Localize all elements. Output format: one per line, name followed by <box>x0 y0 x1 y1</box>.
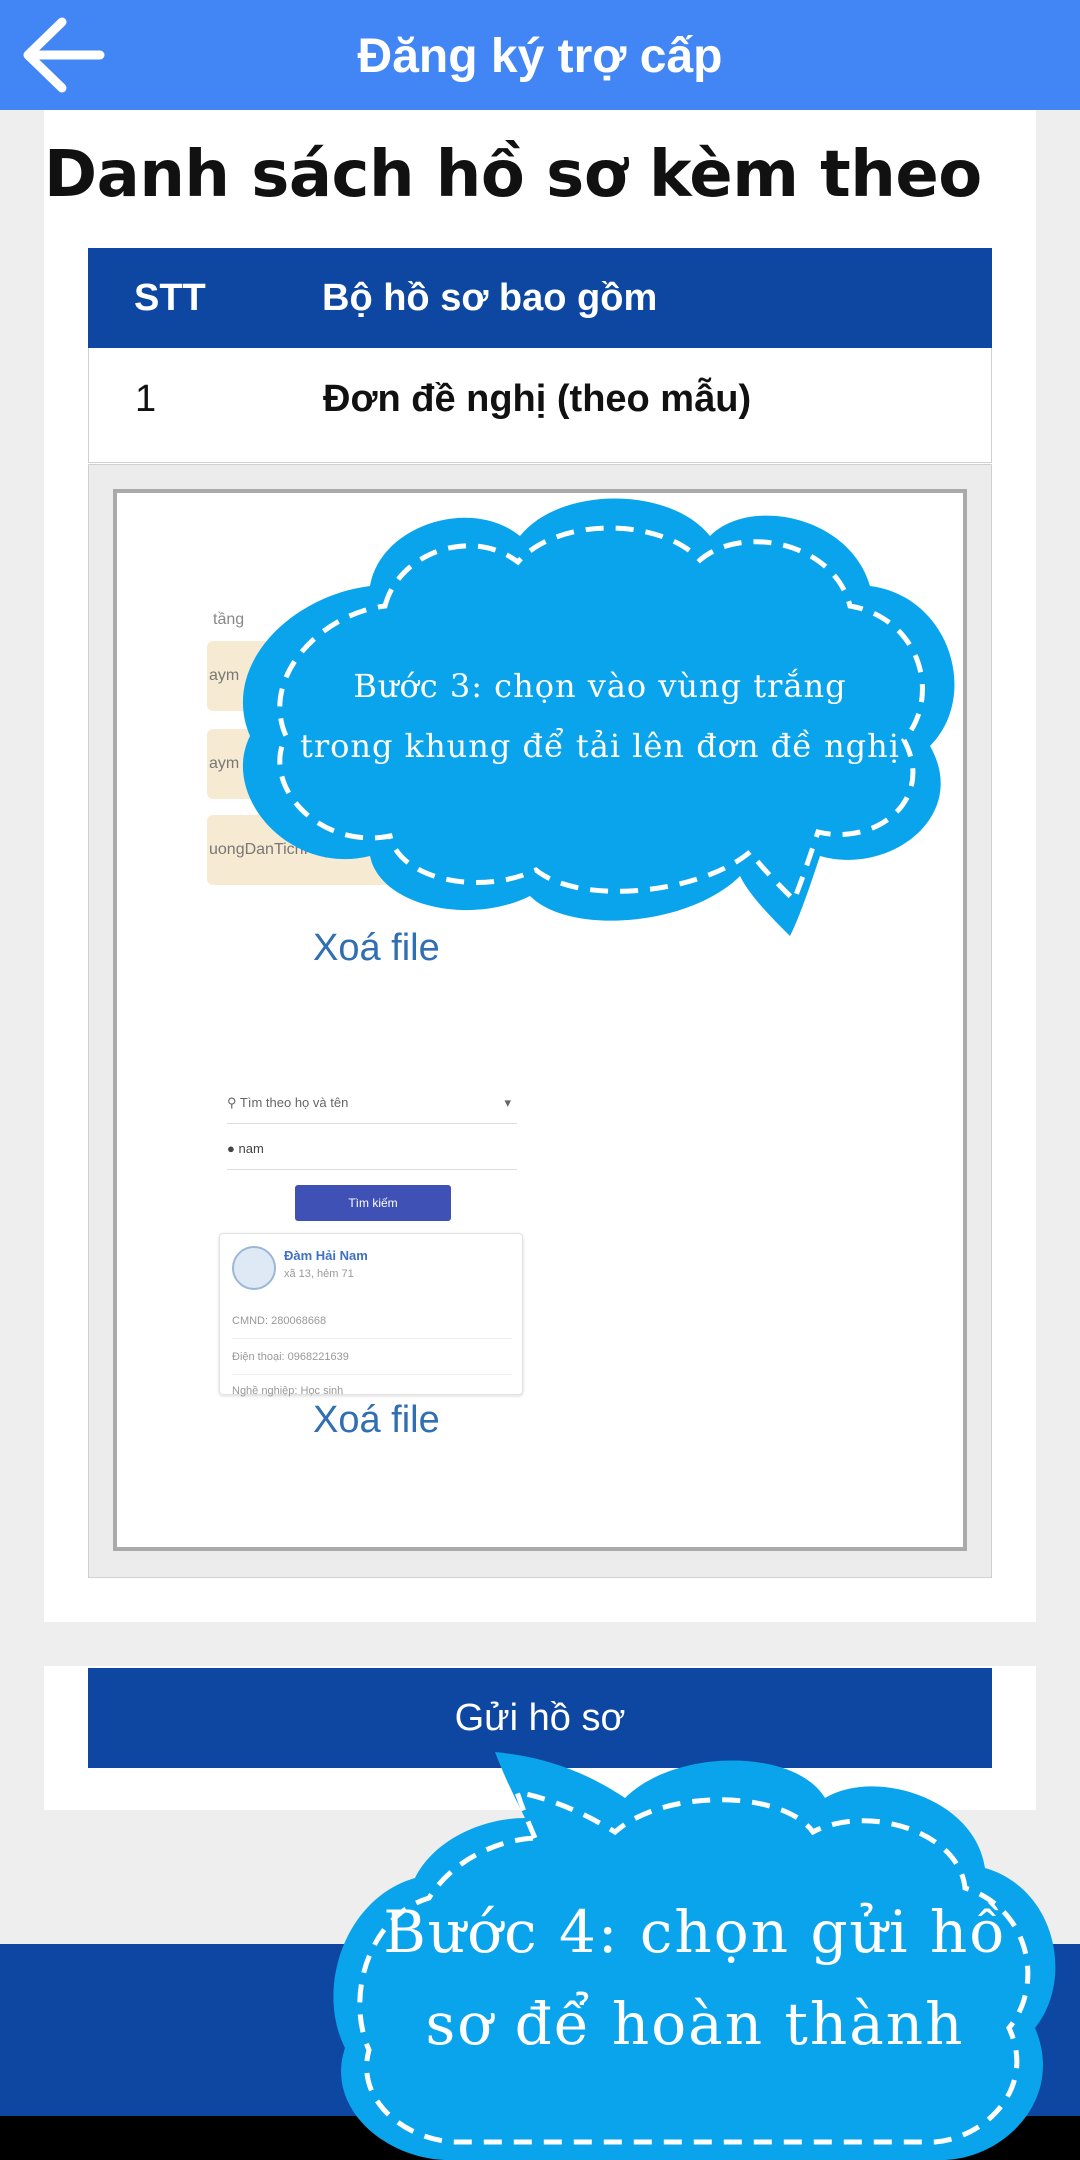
thumb-address: xã 13, hẻm 71 <box>284 1268 354 1280</box>
step3-callout: Bước 3: chọn vào vùng trắng trong khung … <box>230 496 970 944</box>
file-thumbnail-2: ⚲ Tìm theo họ và tên ▾ ● nam Tìm kiếm Đà… <box>217 1073 527 1398</box>
step3-text: Bước 3: chọn vào vùng trắng trong khung … <box>230 656 970 776</box>
thumb-user-text: nam <box>238 1141 264 1156</box>
table-row: 1 Đơn đề nghị (theo mẫu) <box>88 348 992 463</box>
header-documents: Bộ hồ sơ bao gồm <box>322 277 658 319</box>
row-stt: 1 <box>135 378 157 420</box>
thumb-search-field: ⚲ Tìm theo họ và tên ▾ <box>227 1083 517 1124</box>
thumb-phone-line: Điện thoại: 0968221639 <box>232 1340 512 1375</box>
step4-callout: Bước 4: chọn gửi hồ sơ để hoàn thành <box>325 1738 1065 2160</box>
thumb-search-text: Tìm theo họ và tên <box>239 1095 349 1110</box>
section-title: Danh sách hồ sơ kèm theo <box>44 138 982 212</box>
thumb-profile-card: Đàm Hải Nam xã 13, hẻm 71 CMND: 28006866… <box>219 1233 523 1397</box>
user-icon: ● <box>227 1141 235 1156</box>
header-stt: STT <box>134 277 206 319</box>
thumb-user-field: ● nam <box>227 1129 517 1170</box>
step4-text: Bước 4: chọn gửi hồ sơ để hoàn thành <box>325 1886 1065 2070</box>
step4-line1: Bước 4: chọn gửi hồ <box>383 1898 1007 1966</box>
search-icon: ⚲ <box>227 1095 237 1110</box>
row-document: Đơn đề nghị (theo mẫu) <box>323 378 752 420</box>
step4-line2: sơ để hoàn thành <box>425 1990 965 2058</box>
chevron-down-icon: ▾ <box>504 1095 511 1110</box>
thumb-job-line: Nghề nghiệp: Học sinh <box>232 1385 344 1397</box>
avatar <box>232 1246 276 1290</box>
thumb-id-line: CMND: 280068668 <box>232 1304 512 1339</box>
thumb-search-button: Tìm kiếm <box>295 1185 451 1221</box>
step3-line1: Bước 3: chọn vào vùng trắng <box>353 667 847 705</box>
table-header: STT Bộ hồ sơ bao gồm <box>88 248 992 348</box>
page-title: Đăng ký trợ cấp <box>357 30 723 83</box>
step3-line2: trong khung để tải lên đơn đề nghị <box>299 727 900 765</box>
delete-file-link[interactable]: Xoá file <box>313 1399 440 1442</box>
thumb-name: Đàm Hải Nam <box>284 1248 368 1263</box>
app-bar: Đăng ký trợ cấp <box>0 0 1080 110</box>
